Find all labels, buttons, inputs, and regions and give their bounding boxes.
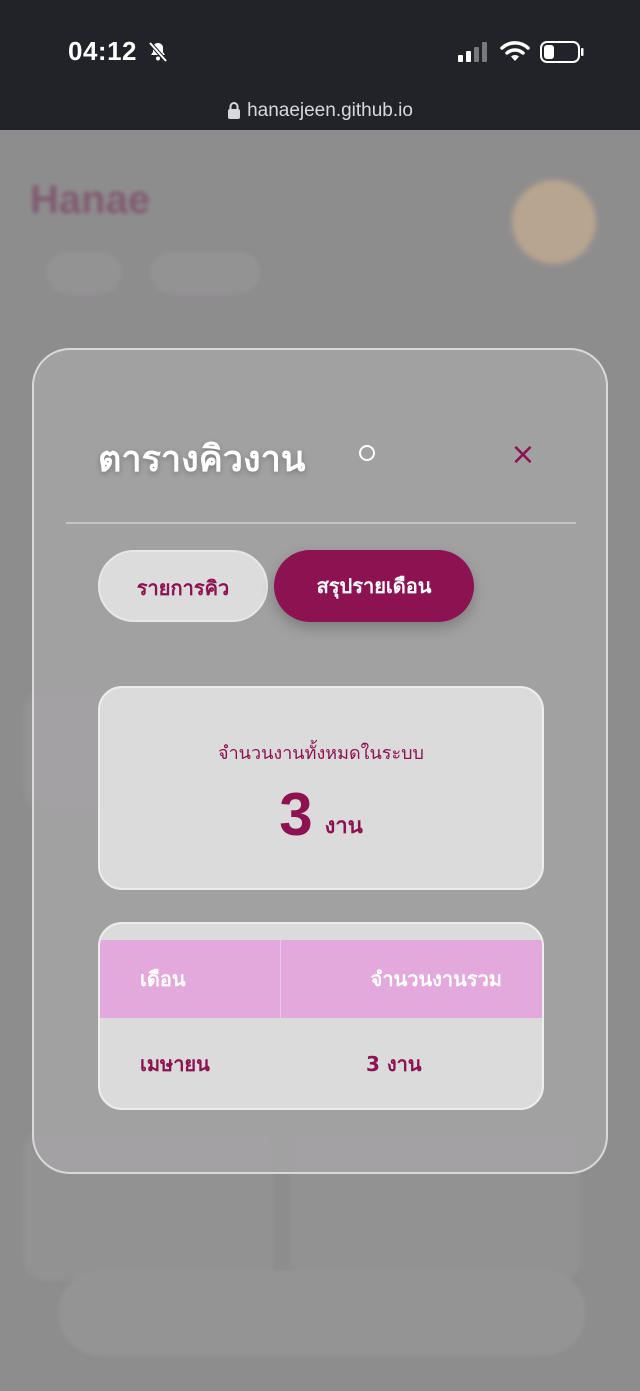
column-divider: [280, 940, 281, 1018]
divider: [66, 522, 576, 524]
background-pill: [46, 252, 122, 294]
battery-icon: [540, 41, 584, 63]
bell-slash-icon: [148, 41, 168, 63]
total-jobs-value: 3: [279, 781, 313, 848]
brand-logo: Hanae: [30, 178, 151, 222]
column-header-month: เดือน: [140, 967, 186, 991]
wifi-icon: [500, 41, 530, 61]
close-button[interactable]: ×: [508, 440, 538, 470]
modal-title: ตารางคิวงาน: [98, 439, 306, 480]
column-header-total-jobs: จำนวนงานรวม: [370, 967, 502, 991]
table-cell-month: เมษายน: [140, 1052, 210, 1076]
tab-monthly-summary[interactable]: สรุปรายเดือน: [274, 550, 474, 622]
signal-icon: [458, 42, 487, 62]
loading-dot-icon: [359, 445, 375, 461]
table-cell-total-jobs: 3 งาน: [366, 1052, 422, 1076]
monthly-summary-table: เดือน จำนวนงานรวม เมษายน 3 งาน: [98, 922, 544, 1110]
status-bar: 04:12 hanaejeen.github.io: [0, 0, 640, 130]
background-pill: [150, 252, 260, 294]
avatar: [512, 180, 596, 264]
total-jobs-label: จำนวนงานทั้งหมดในระบบ: [218, 743, 424, 764]
background-bottom-nav: [58, 1270, 586, 1356]
total-jobs-card: จำนวนงานทั้งหมดในระบบ 3 งาน: [98, 686, 544, 890]
table-row: เมษายน 3 งาน: [100, 1018, 542, 1108]
total-jobs-unit: งาน: [324, 814, 363, 839]
close-icon: ×: [510, 437, 536, 472]
status-time: 04:12: [68, 36, 137, 66]
total-jobs-value-row: 3 งาน: [100, 780, 542, 849]
address-bar[interactable]: hanaejeen.github.io: [0, 100, 640, 122]
url-text: hanaejeen.github.io: [247, 100, 413, 121]
table-header: เดือน จำนวนงานรวม: [100, 940, 542, 1018]
lock-icon: [228, 102, 241, 119]
tab-queue-list[interactable]: รายการคิว: [98, 550, 268, 622]
queue-modal: ตารางคิวงาน × รายการคิว สรุปรายเดือน จำน…: [32, 348, 608, 1174]
